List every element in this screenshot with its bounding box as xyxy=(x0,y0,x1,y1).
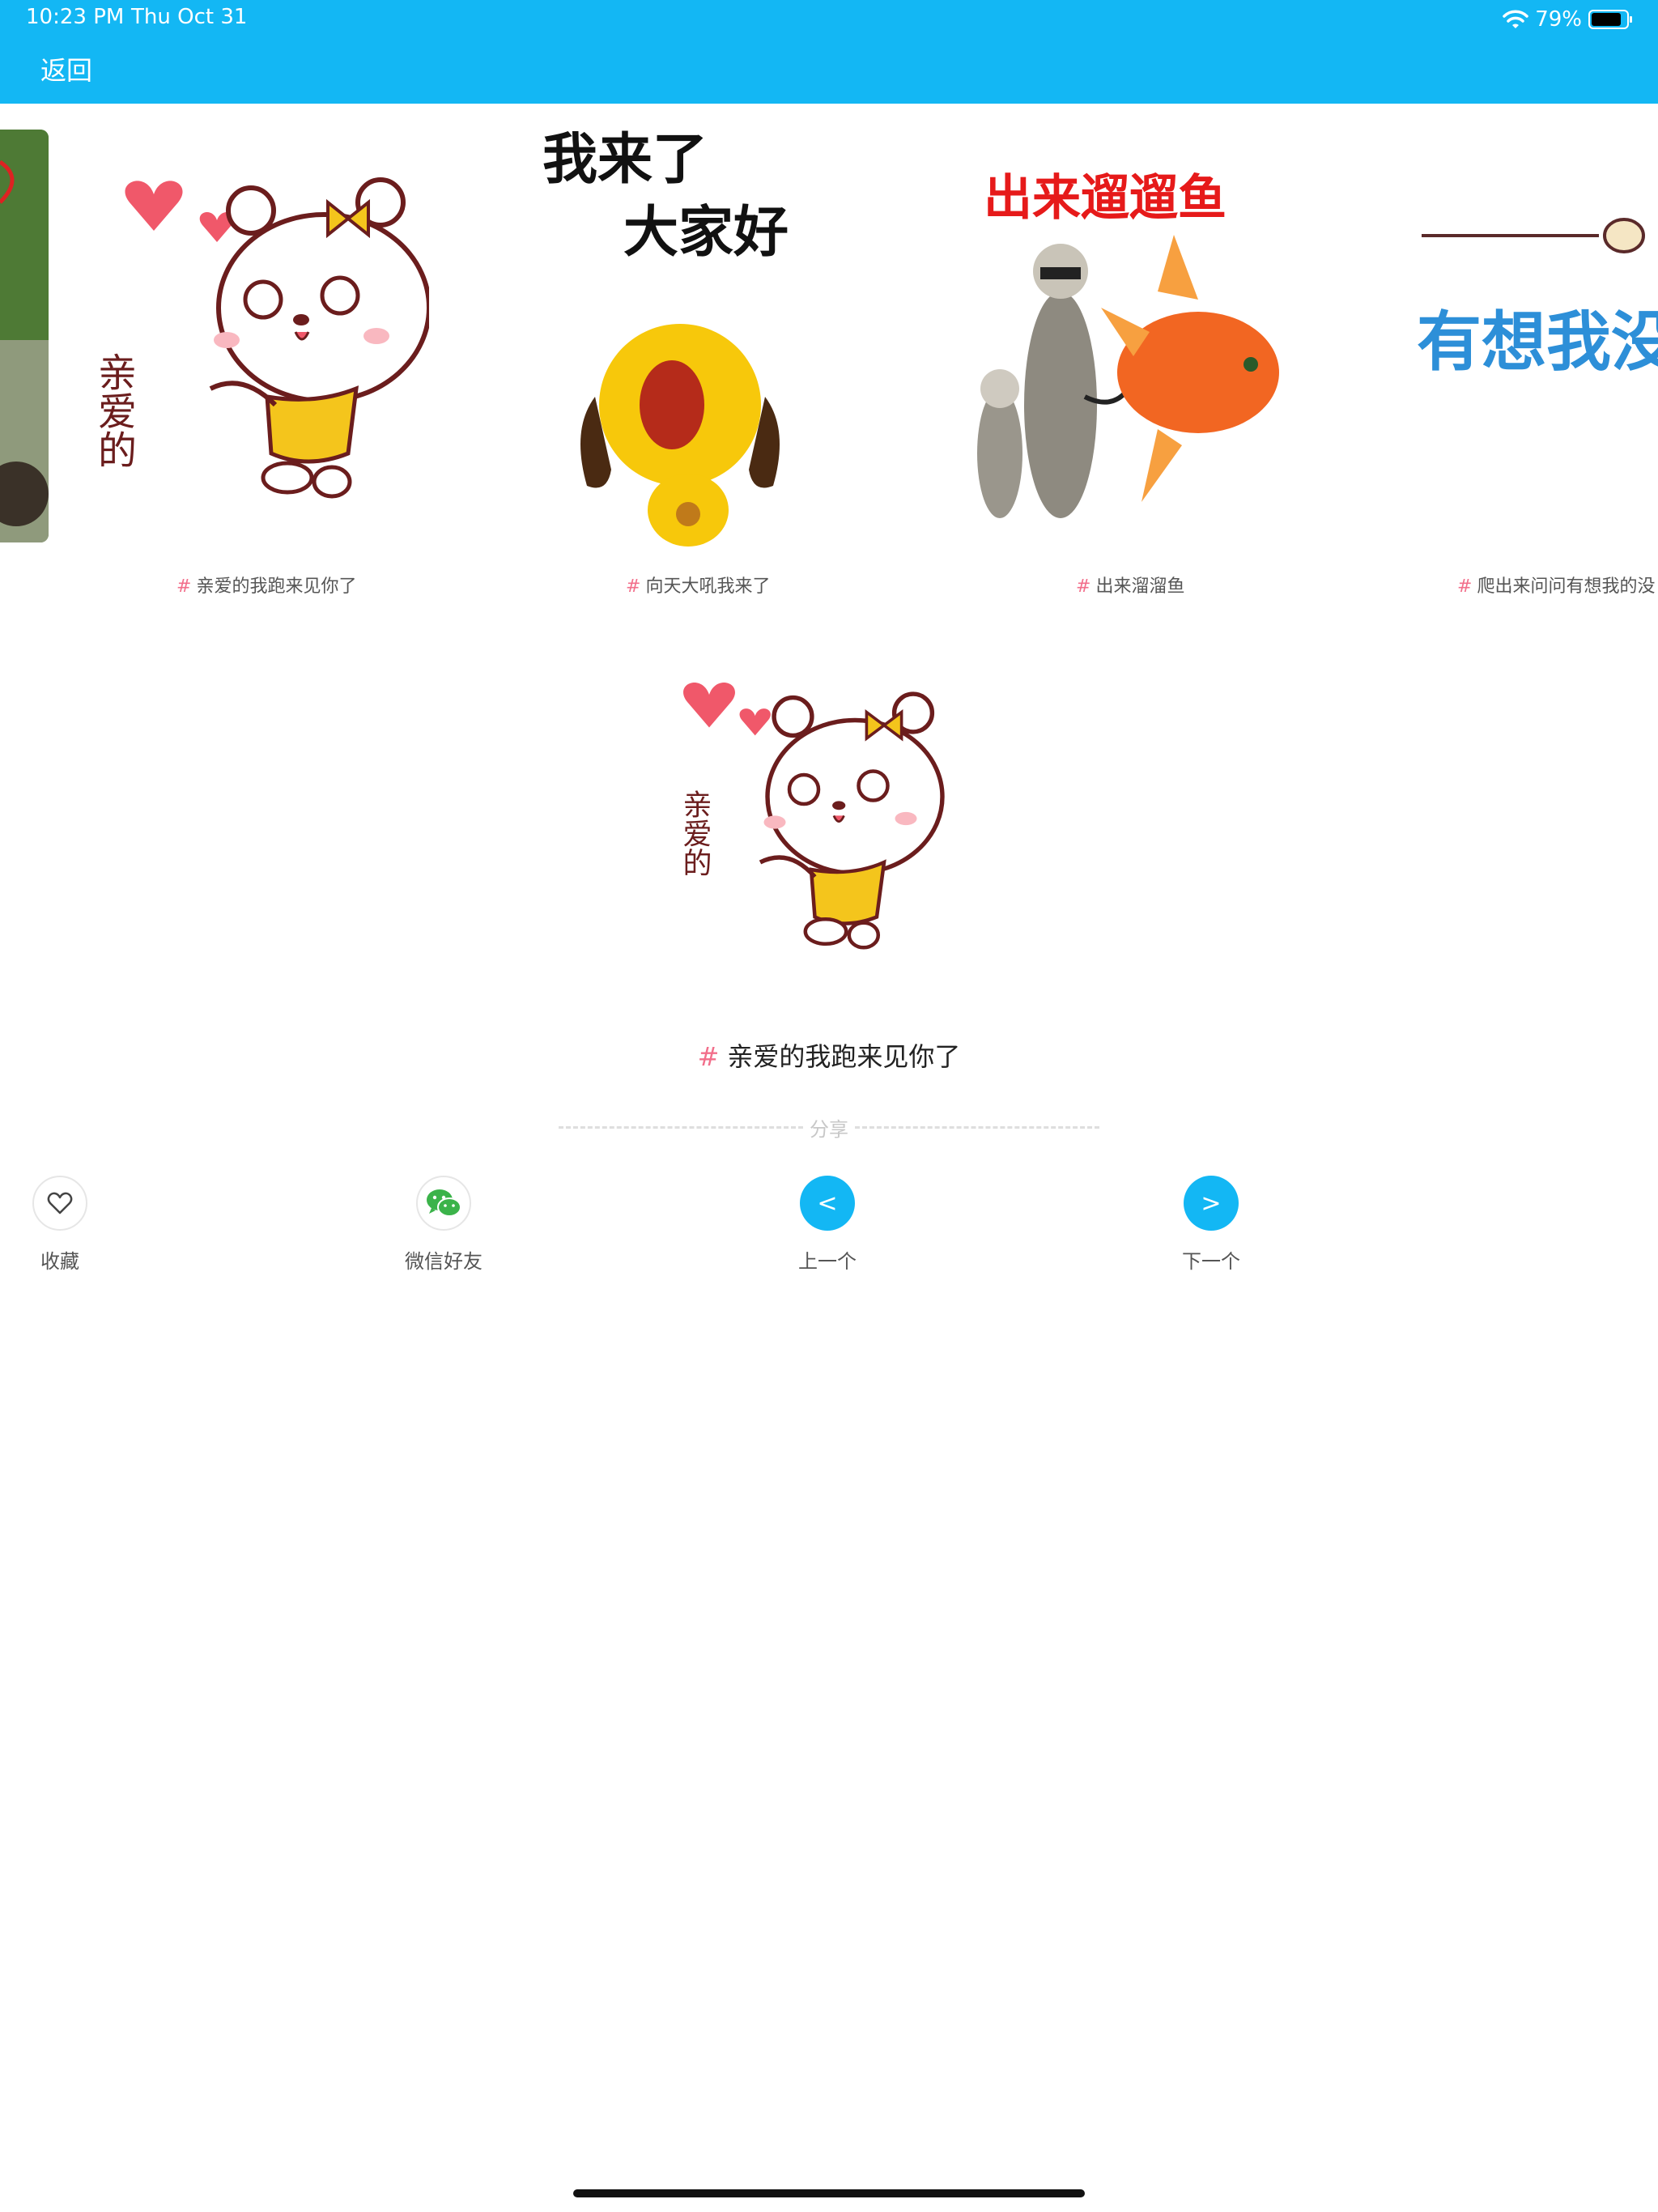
photo-thumbnail xyxy=(0,130,49,542)
bear-hearts-sticker: 亲爱的 xyxy=(678,683,945,950)
next-label: 下一个 xyxy=(1182,1250,1240,1273)
bear-hearts-sticker: 亲爱的 xyxy=(91,177,429,499)
status-time: 10:23 PM xyxy=(26,5,125,29)
svg-text:亲爱的: 亲爱的 xyxy=(91,352,136,469)
carousel-item[interactable]: 有想我没 xyxy=(1409,130,1658,551)
back-button[interactable]: 返回 xyxy=(40,50,92,87)
home-indicator[interactable] xyxy=(573,2189,1085,2197)
sticker-title-text: 亲爱的我跑来见你了 xyxy=(727,1041,961,1072)
status-indicators: 79% xyxy=(1503,3,1634,36)
favorite-button[interactable]: 收藏 xyxy=(0,1176,125,1274)
raccoon-walking-fish-sticker: 出来遛遛鱼 xyxy=(977,170,1279,518)
chevron-left-icon[interactable]: < xyxy=(800,1176,855,1231)
wechat-share-label: 微信好友 xyxy=(405,1250,483,1273)
carousel-caption: # 出来溜溜鱼 xyxy=(1076,576,1185,597)
carousel-caption: # 向天大吼我来了 xyxy=(626,576,771,597)
carousel-item[interactable]: 亲爱的 xyxy=(89,130,429,551)
heart-icon[interactable] xyxy=(32,1176,87,1231)
svg-text:亲爱的: 亲爱的 xyxy=(678,789,712,877)
share-label: 分享 xyxy=(810,1117,848,1141)
wechat-icon[interactable] xyxy=(416,1176,471,1231)
svg-text:出来遛遛鱼: 出来遛遛鱼 xyxy=(984,170,1226,227)
svg-text:我来了: 我来了 xyxy=(542,130,708,192)
carousel-caption: # 亲爱的我跑来见你了 xyxy=(176,576,357,597)
yellow-dog-shout-sticker: 我来了 大家好 xyxy=(542,130,789,547)
detail-sticker-image: 亲爱的 xyxy=(672,680,980,972)
carousel-item-previous[interactable] xyxy=(0,130,49,542)
sticker-carousel[interactable]: 亲爱的 # 亲爱的我跑来见你了 我来了 大家好 # 向天大吼我来了 出来遛遛鱼 … xyxy=(0,130,1658,615)
previous-button[interactable]: < 上一个 xyxy=(763,1176,892,1274)
previous-label: 上一个 xyxy=(798,1250,857,1273)
next-button[interactable]: > 下一个 xyxy=(1146,1176,1276,1274)
chevron-right-icon[interactable]: > xyxy=(1184,1176,1239,1231)
sticker-title: # 亲爱的我跑来见你了 xyxy=(0,1036,1658,1074)
wechat-share-button[interactable]: 微信好友 xyxy=(379,1176,508,1274)
svg-text:大家好: 大家好 xyxy=(623,200,789,265)
battery-percent: 79% xyxy=(1535,7,1582,32)
blue-text-sticker: 有想我没 xyxy=(1417,218,1658,380)
status-date: Thu Oct 31 xyxy=(131,5,248,29)
svg-text:有想我没: 有想我没 xyxy=(1417,304,1658,380)
hash-mark: # xyxy=(697,1041,720,1072)
wifi-icon xyxy=(1503,10,1528,28)
navigation-bar: 10:23 PM Thu Oct 31 79% 返回 xyxy=(0,0,1658,104)
carousel-item[interactable]: 出来遛遛鱼 xyxy=(939,130,1279,551)
carousel-caption: # 爬出来问问有想我的没 xyxy=(1457,576,1656,597)
battery-icon xyxy=(1588,10,1632,29)
carousel-item[interactable]: 我来了 大家好 xyxy=(534,130,874,551)
share-divider: 分享 xyxy=(559,1114,1099,1141)
favorite-label: 收藏 xyxy=(40,1250,79,1273)
